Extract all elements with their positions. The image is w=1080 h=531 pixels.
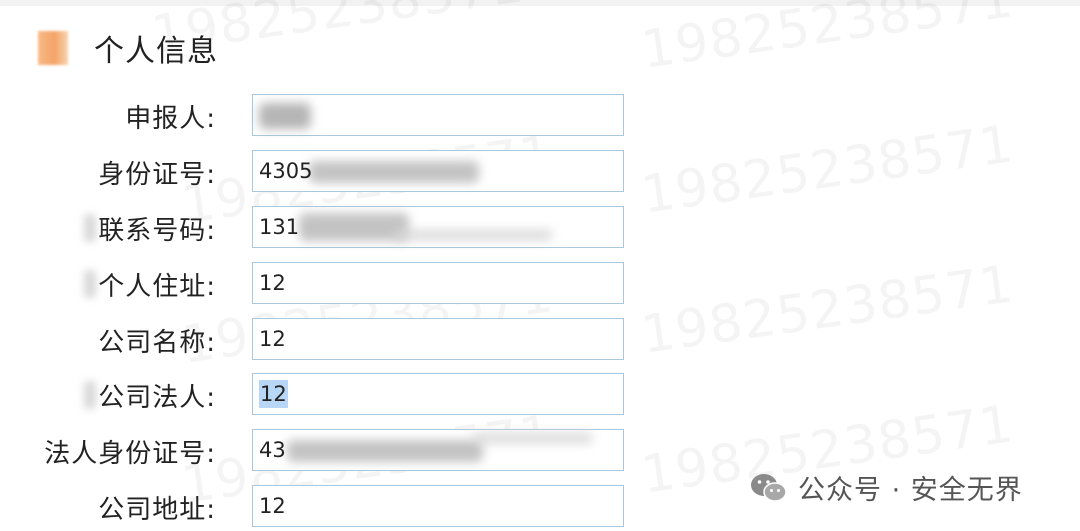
watermark-text: 19825238571	[638, 0, 1018, 81]
redaction-blur	[287, 440, 483, 462]
field-label: 公司法人:	[98, 382, 216, 413]
field-value: 12	[259, 327, 286, 351]
field-label: 公司地址:	[98, 494, 216, 525]
form-row-legal-person: 公司法人: 12	[0, 373, 640, 417]
form-row-personal-address: 个人住址: 12	[0, 262, 640, 306]
field-label: 联系号码:	[98, 215, 216, 246]
redaction-blur	[473, 432, 593, 444]
id-number-input[interactable]: 4305	[252, 150, 624, 192]
wechat-icon	[751, 473, 787, 502]
footer-account-name: 公众号 · 安全无界	[798, 475, 1023, 506]
redaction-blur	[84, 381, 96, 409]
legal-person-input[interactable]: 12	[252, 373, 624, 415]
company-name-input[interactable]: 12	[252, 318, 624, 360]
field-label: 公司名称:	[98, 327, 216, 358]
field-value: 43	[259, 438, 286, 462]
form-row-applicant: 申报人:	[0, 94, 640, 138]
section-marker-icon	[38, 31, 68, 65]
redaction-blur	[309, 161, 479, 183]
redaction-blur	[84, 270, 96, 298]
watermark-text: 19825238571	[638, 114, 1018, 226]
form-row-company-name: 公司名称: 12	[0, 318, 640, 362]
redaction-blur	[84, 214, 96, 242]
company-address-input[interactable]: 12	[252, 485, 624, 527]
wechat-account-tag: 公众号 · 安全无界	[750, 468, 1023, 507]
phone-input[interactable]: 131	[252, 206, 624, 248]
form-row-phone: 联系号码: 131	[0, 206, 640, 250]
section-title: 个人信息	[94, 34, 218, 69]
form-row-company-address: 公司地址: 12	[0, 485, 640, 529]
redaction-blur	[259, 103, 311, 129]
top-bar	[0, 0, 1080, 6]
field-value: 131	[259, 215, 300, 239]
field-value: 12	[259, 271, 286, 295]
redaction-blur	[393, 229, 553, 241]
applicant-input[interactable]	[252, 94, 624, 136]
field-label: 身份证号:	[98, 159, 216, 190]
section-header: 个人信息	[38, 28, 218, 69]
field-label: 申报人:	[125, 103, 216, 134]
field-label: 法人身份证号:	[44, 438, 216, 469]
watermark-text: 19825238571	[638, 254, 1018, 366]
field-value: 4305	[259, 159, 313, 183]
form-row-legal-person-id: 法人身份证号: 43	[0, 429, 640, 473]
legal-person-id-input[interactable]: 43	[252, 429, 624, 471]
selected-field-value[interactable]: 12	[259, 380, 288, 408]
field-label: 个人住址:	[98, 271, 216, 302]
field-value: 12	[259, 494, 286, 518]
personal-address-input[interactable]: 12	[252, 262, 624, 304]
form-row-id-number: 身份证号: 4305	[0, 150, 640, 194]
